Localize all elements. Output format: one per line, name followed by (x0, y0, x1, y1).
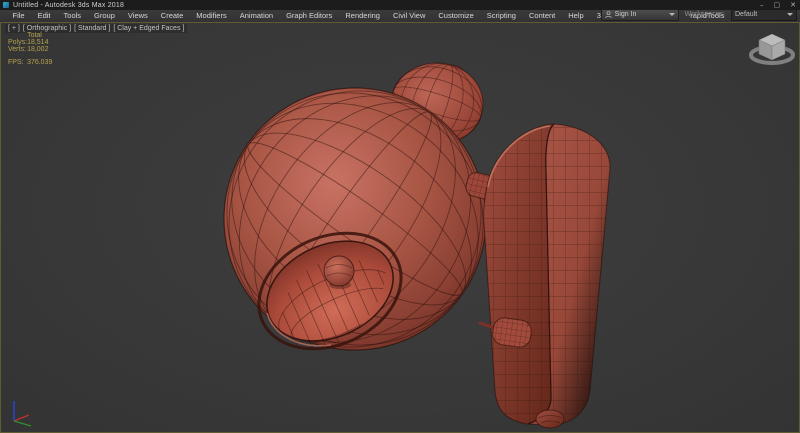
menu-group[interactable]: Group (88, 10, 122, 22)
menu-help[interactable]: Help (562, 10, 590, 22)
sign-in-label: Sign In (615, 11, 669, 18)
window-title: Untitled - Autodesk 3ds Max 2018 (13, 2, 124, 9)
viewcube[interactable] (751, 34, 793, 63)
switch-knob-mesh[interactable] (480, 316, 533, 348)
lamp-shade-sphere-mesh[interactable] (174, 38, 536, 400)
viewport-menu-plus[interactable]: [ + ] (8, 25, 20, 32)
stats-total-header: Total (27, 32, 52, 39)
menu-rendering[interactable]: Rendering (339, 10, 387, 22)
topright-toolbar: Sign In Workspaces: Default (601, 8, 797, 21)
menu-edit[interactable]: Edit (31, 10, 57, 22)
viewport-canvas[interactable] (1, 23, 799, 432)
workspaces-chevron-down-icon (787, 13, 793, 16)
workspaces-label: Workspaces: (685, 11, 725, 18)
stats-polys-label: Polys: (8, 39, 27, 46)
plate-bottom-bump-mesh[interactable] (536, 410, 564, 428)
workspaces-value: Default (735, 11, 787, 18)
world-axis-gizmo (14, 401, 31, 426)
workspaces-dropdown[interactable]: Default (731, 9, 797, 21)
menu-content[interactable]: Content (522, 10, 561, 22)
menu-file[interactable]: File (6, 10, 31, 22)
menu-customize[interactable]: Customize (432, 10, 480, 22)
menu-scripting[interactable]: Scripting (480, 10, 522, 22)
stats-verts-value: 18,002 (27, 46, 52, 53)
viewport-statistics: Total Polys: 18,514 Verts: 18,002 FPS: 3… (8, 32, 52, 66)
menu-modifiers[interactable]: Modifiers (190, 10, 233, 22)
3dsmax-app-icon (3, 2, 9, 8)
menu-create[interactable]: Create (154, 10, 190, 22)
person-icon (605, 11, 612, 18)
menu-tools[interactable]: Tools (57, 10, 88, 22)
wall-plate-mesh[interactable] (484, 124, 610, 425)
viewport-menu-view[interactable]: [ Orthographic ] (23, 25, 71, 32)
y-axis (14, 421, 31, 426)
wall-lamp-model[interactable] (174, 38, 610, 428)
application-window: Untitled - Autodesk 3ds Max 2018 – ▢ ✕ F… (0, 0, 800, 433)
menu-animation[interactable]: Animation (233, 10, 279, 22)
x-axis (14, 415, 29, 421)
menu-views[interactable]: Views (121, 10, 154, 22)
stats-polys-value: 18,514 (27, 39, 52, 46)
menu-civil-view[interactable]: Civil View (386, 10, 431, 22)
viewport-menu-style[interactable]: [ Standard ] (74, 25, 110, 32)
viewport-menu-shading[interactable]: [ Clay + Edged Faces ] (113, 25, 184, 32)
sign-in-chevron-down-icon[interactable] (669, 13, 675, 16)
sign-in-button[interactable]: Sign In (601, 9, 679, 21)
stats-fps-value: 376.039 (27, 59, 52, 66)
stats-fps-label: FPS: (8, 59, 27, 66)
perspective-viewport[interactable]: [ + ] [ Orthographic ] [ Standard ] [ Cl… (0, 22, 800, 433)
menu-graph-editors[interactable]: Graph Editors (280, 10, 339, 22)
stats-verts-label: Verts: (8, 46, 27, 53)
